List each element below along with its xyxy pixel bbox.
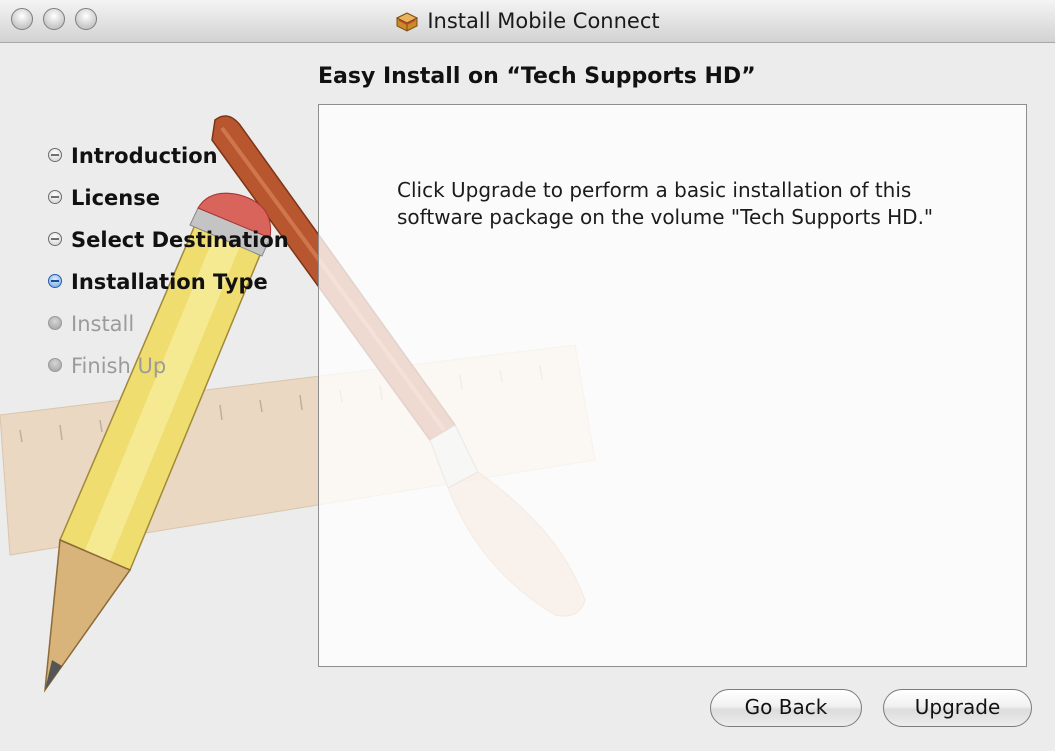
- step-label: License: [71, 186, 160, 210]
- step-done-icon: [48, 190, 62, 204]
- step-done-icon: [48, 232, 62, 246]
- title-bar[interactable]: Install Mobile Connect: [0, 0, 1055, 43]
- content-panel: Click Upgrade to perform a basic install…: [318, 104, 1027, 667]
- step-current-icon: [48, 274, 62, 288]
- step-label: Install: [71, 312, 135, 336]
- step-finish-up: Finish Up: [48, 348, 289, 390]
- step-introduction: Introduction: [48, 138, 289, 180]
- step-label: Introduction: [71, 144, 218, 168]
- step-pending-icon: [48, 316, 62, 330]
- step-label: Finish Up: [71, 354, 167, 378]
- step-installation-type: Installation Type: [48, 264, 289, 306]
- installer-steps: Introduction License Select Destination …: [48, 138, 289, 390]
- step-label: Select Destination: [71, 228, 289, 252]
- page-heading: Easy Install on “Tech Supports HD”: [318, 64, 756, 89]
- window-title: Install Mobile Connect: [0, 8, 1055, 33]
- step-select-destination: Select Destination: [48, 222, 289, 264]
- install-message: Click Upgrade to perform a basic install…: [397, 178, 934, 229]
- upgrade-button[interactable]: Upgrade: [883, 689, 1032, 727]
- go-back-button[interactable]: Go Back: [710, 689, 862, 727]
- installer-window: Install Mobile Connect Easy Install on “…: [0, 0, 1055, 751]
- step-install: Install: [48, 306, 289, 348]
- step-pending-icon: [48, 358, 62, 372]
- package-icon: [396, 12, 419, 32]
- step-done-icon: [48, 148, 62, 162]
- step-label: Installation Type: [71, 270, 268, 294]
- window-title-text: Install Mobile Connect: [427, 9, 660, 33]
- step-license: License: [48, 180, 289, 222]
